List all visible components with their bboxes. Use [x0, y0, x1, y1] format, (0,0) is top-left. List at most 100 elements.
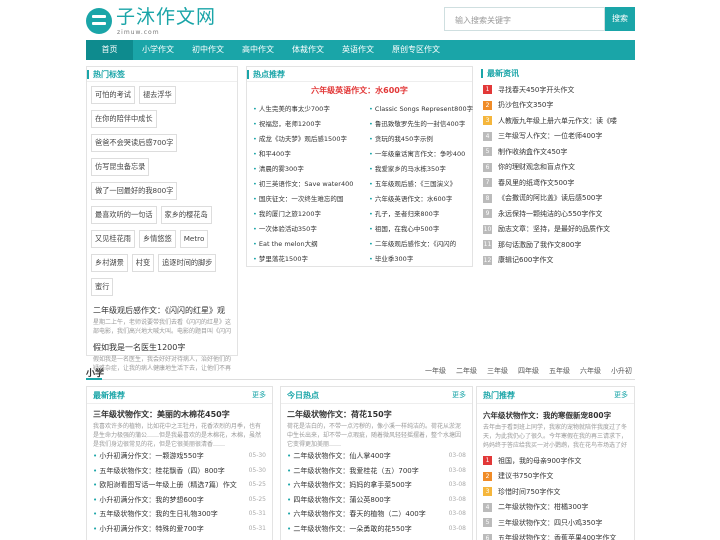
list-item[interactable]: 欧阳澍看图写话一年级上册（精选7篇）作文 05-25: [93, 478, 266, 493]
news-item[interactable]: 12 康辑记600字作文: [481, 253, 635, 269]
nav-primary[interactable]: 小学作文: [133, 40, 183, 60]
news-item[interactable]: 11 那句话激励了我作文800字: [481, 237, 635, 253]
hot-item[interactable]: 梦里落花1500字: [253, 252, 363, 267]
lead-title[interactable]: 三年级状物作文：美丽的木棉花450字: [93, 409, 266, 420]
hot-item[interactable]: 毕业季300字: [369, 252, 479, 267]
hot-item[interactable]: 孔子，圣者归来800字: [369, 207, 479, 222]
list-item[interactable]: 5 三年级状物作文：四只小鸡350字: [481, 515, 630, 531]
article-title[interactable]: 假如我是一名医生1200字: [93, 342, 231, 353]
hot-item[interactable]: 鲁迅致敬罗先生的一封信400字: [369, 117, 479, 132]
tag-item[interactable]: 做了一回最好的我800字: [91, 182, 178, 200]
hot-item[interactable]: 祝福您，老师1200字: [253, 117, 363, 132]
item-title: 小升初满分作文：一颗游戏550字: [93, 449, 203, 464]
grade-tab[interactable]: 四年级: [513, 366, 544, 376]
hot-item[interactable]: 成龙《功夫梦》观后感1500字: [253, 132, 363, 147]
list-item[interactable]: 二年级状物作文：一朵勇敢的花550字 03-08: [287, 522, 466, 537]
rank-badge: 6: [483, 162, 492, 172]
hot-item[interactable]: 初三英语作文：Save water400: [253, 177, 363, 192]
grade-tab[interactable]: 五年级: [544, 366, 575, 376]
tag-item[interactable]: 仿写昆虫备忘录: [91, 158, 150, 176]
nav-genre[interactable]: 体裁作文: [283, 40, 333, 60]
grade-tab[interactable]: 一年级: [420, 366, 451, 376]
hot-item[interactable]: Eat the melon大纲: [253, 237, 363, 252]
news-item[interactable]: 8 《会撒谎的阿比盖》读后感500字: [481, 191, 635, 207]
news-item[interactable]: 5 制作收纳盒作文450字: [481, 144, 635, 160]
hot-item[interactable]: 我的厦门之旅1200字: [253, 207, 363, 222]
search-input[interactable]: 输入搜索关键字: [444, 7, 605, 31]
hot-item[interactable]: 我爱家乡的马水栋350字: [369, 162, 479, 177]
list-item[interactable]: 2 建议书750字作文: [481, 469, 630, 485]
list-item[interactable]: 1 祖国，我的母亲900字作文: [481, 453, 630, 469]
news-item[interactable]: 6 你的理财观念和盲点作文: [481, 160, 635, 176]
tag-item[interactable]: 乡情悠悠: [138, 230, 176, 248]
list-item[interactable]: 小升初满分作文：特殊的爱700字 05-31: [93, 522, 266, 537]
list-item[interactable]: 二年级状物作文：我爱桂花（五）700字 03-08: [287, 464, 466, 479]
tag-item[interactable]: Metro: [179, 230, 209, 248]
nav-english[interactable]: 英语作文: [333, 40, 383, 60]
news-item[interactable]: 7 春风里的纸鸢作文500字: [481, 175, 635, 191]
hot-item[interactable]: 人生完美的事太少700字: [253, 102, 363, 117]
list-item[interactable]: 五年级状物作文：我的生日礼物300字 05-31: [93, 507, 266, 522]
search-button[interactable]: 搜索: [605, 7, 635, 31]
tag-item[interactable]: 村变: [131, 254, 155, 272]
col-today: 今日热点 更多 二年级状物作文：荷花150字 荷花是洁白的，不带一点污秽的，像小溪…: [280, 386, 473, 540]
list-item[interactable]: 五年级状物作文：桂花飘香（四）800字 05-30: [93, 464, 266, 479]
nav-high[interactable]: 高中作文: [233, 40, 283, 60]
hot-item[interactable]: 一次体验活动350字: [253, 222, 363, 237]
tag-item[interactable]: 家乡的樱花岛: [160, 206, 212, 224]
list-item[interactable]: 3 珍惜时间750字作文: [481, 484, 630, 500]
tag-item[interactable]: 乡村湖景: [91, 254, 128, 272]
lead-title[interactable]: 二年级状物作文：荷花150字: [287, 409, 466, 420]
item-title: 小升初满分作文：我的梦想600字: [93, 493, 203, 508]
list-item[interactable]: 二年级状物作文：仙人掌400字 03-08: [287, 449, 466, 464]
rank-badge: 3: [483, 487, 492, 497]
hot-item[interactable]: 祖国，在我心中500字: [369, 222, 479, 237]
more-link[interactable]: 更多: [614, 387, 628, 404]
news-item[interactable]: 2 扔沙包作文350字: [481, 98, 635, 114]
list-item[interactable]: 四年级状物作文：蒲公英800字 03-08: [287, 493, 466, 508]
grade-tab[interactable]: 二年级: [451, 366, 482, 376]
more-link[interactable]: 更多: [452, 387, 466, 404]
article-title[interactable]: 二年级观后感作文：《闪闪的红星》观: [93, 305, 231, 316]
hot-item[interactable]: 一年级童话寓言作文：争吵400: [369, 147, 479, 162]
grade-tab[interactable]: 六年级: [575, 366, 606, 376]
grade-tab[interactable]: 小升初: [606, 366, 637, 376]
news-item[interactable]: 9 永远保持一颗纯洁的心550字作文: [481, 206, 635, 222]
tag-item[interactable]: 最喜欢听的一句话: [91, 206, 157, 224]
nav-middle[interactable]: 初中作文: [183, 40, 233, 60]
hot-item[interactable]: 和平400字: [253, 147, 363, 162]
news-item[interactable]: 10 励志文章：坚持，是最好的品质作文: [481, 222, 635, 238]
list-item[interactable]: 6 五年级状物作文：香蕉苹果400字作文: [481, 531, 630, 540]
hot-headline[interactable]: 六年级英语作文：水600字: [247, 85, 472, 96]
tag-item[interactable]: 又见桂花雨: [91, 230, 135, 248]
news-item[interactable]: 3 人教版九年级上册六单元作文：读《喽: [481, 113, 635, 129]
nav-original[interactable]: 原创专区作文: [383, 40, 449, 60]
tag-item[interactable]: 在你的陪伴中成长: [91, 110, 157, 128]
hot-item[interactable]: Classic Songs Represent800字: [369, 102, 479, 117]
hot-item[interactable]: 二年级观后感作文：《闪闪的: [369, 237, 479, 252]
news-item[interactable]: 1 寻找春天450字开头作文: [481, 82, 635, 98]
list-item[interactable]: 小升初满分作文：一颗游戏550字 05-30: [93, 449, 266, 464]
tag-cloud: 可怕的考试 褪去浮华在你的陪伴中成长爸爸不会哭读后感700字 仿写昆虫备忘录做了一回…: [87, 82, 237, 302]
tag-item[interactable]: 褪去浮华: [138, 86, 176, 104]
hot-item[interactable]: 五年级观后感：《三国演义》: [369, 177, 479, 192]
more-link[interactable]: 更多: [252, 387, 266, 404]
grade-tab[interactable]: 三年级: [482, 366, 513, 376]
lead-title[interactable]: 六年级状物作文：我的寒假新宠800字: [483, 410, 628, 421]
tag-item[interactable]: 可怕的考试: [91, 86, 135, 104]
tag-item[interactable]: 蜜行: [91, 278, 114, 296]
news-item[interactable]: 4 三年级写人作文：一位老师400字: [481, 129, 635, 145]
nav-home[interactable]: 首页: [86, 40, 133, 60]
list-item[interactable]: 六年级状物作文：妈妈的拿手菜500字 03-08: [287, 478, 466, 493]
list-item[interactable]: 六年级状物作文：春天的植物（二）400字 03-08: [287, 507, 466, 522]
hot-item[interactable]: 国庆征文：一次终生难忘的国: [253, 192, 363, 207]
hot-item[interactable]: 六年级英语作文：水600字: [369, 192, 479, 207]
item-title: 建议书750字作文: [498, 472, 554, 481]
hot-item[interactable]: 贪玩的我450字示例: [369, 132, 479, 147]
hot-item[interactable]: 清晨的雾300字: [253, 162, 363, 177]
lead-desc: 去年由于看到班上同学，我家的宠物就陪伴我度过了冬天，为此我仍心了很久。今年寒假在…: [483, 424, 628, 449]
list-item[interactable]: 4 二年级状物作文：柑橘300字: [481, 500, 630, 516]
tag-item[interactable]: 追逐时间的脚步: [158, 254, 217, 272]
tag-item[interactable]: 爸爸不会哭读后感700字: [91, 134, 178, 152]
list-item[interactable]: 小升初满分作文：我的梦想600字 05-25: [93, 493, 266, 508]
